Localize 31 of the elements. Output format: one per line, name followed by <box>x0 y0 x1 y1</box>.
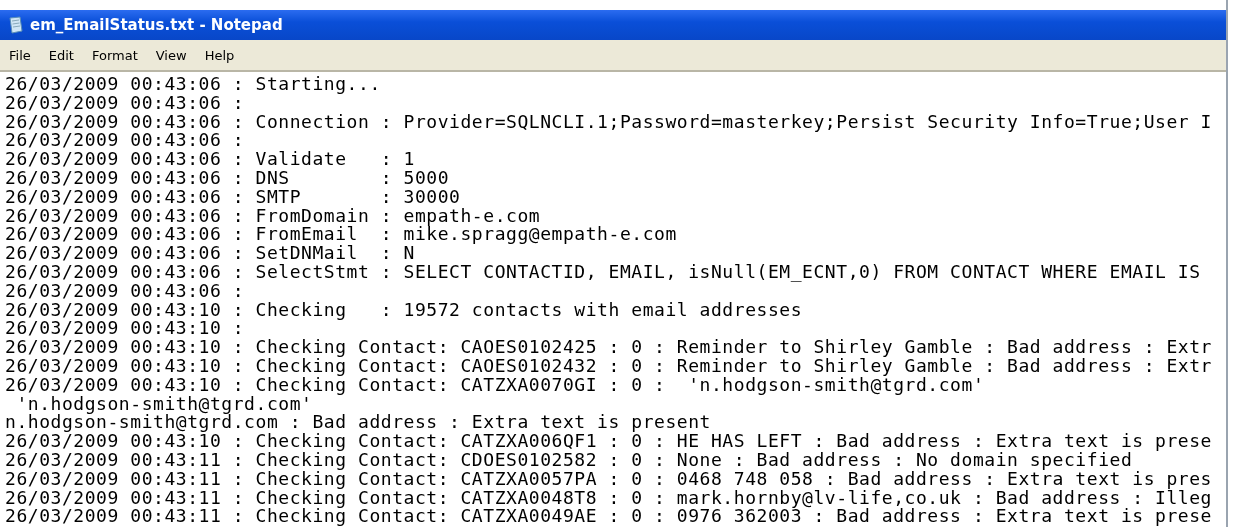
menu-item[interactable]: Help <box>204 47 235 63</box>
log-line: 26/03/2009 00:43:11 : Checking Contact: CDOES0102582 : 0 : None : Bad address : No domain specified <box>5 450 1133 470</box>
log-line: 26/03/2009 00:43:10 : Checking Contact: CAOES0102432 : 0 : Reminder to Shirley Gamble : Bad address : Extr <box>5 356 1212 376</box>
notepad-icon <box>8 16 24 34</box>
log-line: 26/03/2009 00:43:06 : <box>5 281 245 301</box>
log-line: 26/03/2009 00:43:10 : Checking Contact: CATZXA006QF1 : 0 : HE HAS LEFT : Bad address : Extra text is prese <box>5 432 1212 451</box>
menu-item[interactable]: Edit <box>48 47 74 63</box>
log-line: 26/03/2009 00:43:06 : <box>5 131 245 151</box>
log-line: 26/03/2009 00:43:06 : FromEmail : mike.spragg@empath-e.com <box>5 225 677 245</box>
log-line: 26/03/2009 00:43:06 : SMTP : 30000 <box>5 187 461 207</box>
log-line: 'n.hodgson-smith@tgrd.com' <box>16 394 313 414</box>
log-line: 26/03/2009 00:43:10 : <box>5 319 245 339</box>
log-line: 26/03/2009 00:43:06 : DNS : 5000 <box>5 169 450 188</box>
log-line: 26/03/2009 00:43:06 : <box>5 93 245 113</box>
log-line: 26/03/2009 00:43:11 : Checking Contact: CATZXA0057PA : 0 : 0468 748 058 : Bad address : Extra text is pres <box>5 469 1212 489</box>
log-line: 26/03/2009 00:43:06 : Connection : Provider=SQLNCLI.1;Password=masterkey;Persist Security Info=True;User I <box>5 112 1212 132</box>
log-line: 26/03/2009 00:43:06 : FromDomain : empath-e.com <box>5 206 541 226</box>
menu-item[interactable]: File <box>9 47 31 63</box>
log-line: 26/03/2009 00:43:06 : SetDNMail : N <box>5 244 415 263</box>
menu-item[interactable]: Format <box>91 47 138 63</box>
log-line: 26/03/2009 00:43:06 : Starting... <box>5 75 381 94</box>
log-line: 26/03/2009 00:43:10 : Checking Contact: CATZXA0070GI : 0 : 'n.hodgson-smith@tgrd.com' <box>5 375 985 395</box>
log-line: 26/03/2009 00:43:10 : Checking Contact: CAOES0102425 : 0 : Reminder to Shirley Gamble : Bad address : Extr <box>5 338 1212 357</box>
log-line: 26/03/2009 00:43:11 : Checking Contact: CATZXA0048T8 : 0 : mark.hornby@lv-life,co.uk : Bad address : Illeg <box>5 488 1212 508</box>
menu-item[interactable]: View <box>155 47 187 63</box>
log-line: n.hodgson-smith@tgrd.com : Bad address : Extra text is present <box>5 413 711 433</box>
window-title: em_EmailStatus.txt - Notepad <box>30 16 283 34</box>
log-line: 26/03/2009 00:43:06 : SelectStmt : SELECT CONTACTID, EMAIL, isNull(EM_ECNT,0) FROM CONTACT WHERE EMAIL IS <box>5 262 1201 282</box>
log-line: 26/03/2009 00:43:06 : Validate : 1 <box>5 150 415 169</box>
log-line: 26/03/2009 00:43:10 : Checking : 19572 contacts with email addresses <box>5 300 803 320</box>
log-line: 26/03/2009 00:43:11 : Checking Contact: CATZXA0049AE : 0 : 0976 362003 : Bad address : Extra text is prese <box>5 507 1212 527</box>
